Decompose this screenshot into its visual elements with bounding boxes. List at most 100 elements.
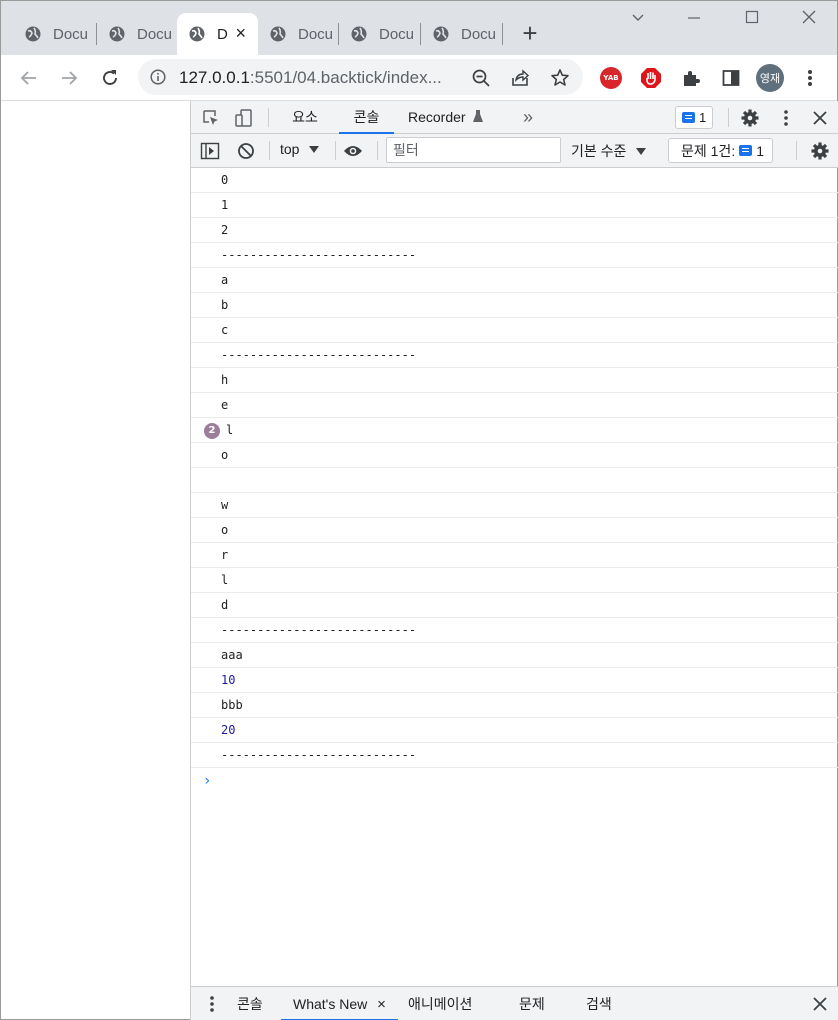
console-message: 2l (191, 418, 838, 443)
window-close-icon[interactable] (789, 9, 829, 33)
globe-icon (270, 26, 286, 42)
address-bar[interactable]: 127.0.0.1:5501/04.backtick/index... (138, 59, 583, 95)
console-message: r (191, 543, 838, 568)
console-prompt[interactable]: › (191, 768, 838, 794)
tab-recorder[interactable]: Recorder (405, 101, 491, 134)
globe-icon (433, 26, 449, 42)
close-tab-icon[interactable]: × (377, 996, 386, 1013)
message-icon (682, 112, 695, 123)
show-sidebar-icon[interactable] (200, 141, 220, 161)
console-message-text: --------------------------- (221, 748, 417, 762)
inspect-element-icon[interactable] (201, 108, 221, 128)
console-message-text: aaa (221, 648, 243, 662)
reload-icon[interactable] (97, 65, 123, 91)
console-settings-gear-icon[interactable] (810, 141, 830, 161)
message-icon (739, 145, 753, 156)
browser-tab[interactable]: Docu (13, 13, 97, 55)
browser-tab[interactable]: Docu (339, 13, 421, 55)
tab-search-icon[interactable] (618, 9, 658, 33)
tab-elements[interactable]: 요소 (283, 101, 327, 134)
devtools-menu-icon[interactable] (776, 108, 796, 128)
bookmark-star-icon[interactable] (550, 68, 570, 88)
close-tab-icon[interactable]: × (235, 24, 246, 42)
drawer-tab-bar: 콘솔 What's New × 애니메이션 문제 검색 (191, 986, 838, 1020)
live-expression-eye-icon[interactable] (343, 141, 363, 161)
console-message: b (191, 293, 838, 318)
back-icon[interactable] (16, 65, 42, 91)
globe-icon (189, 26, 205, 42)
console-message-text: a (221, 273, 229, 287)
console-message: --------------------------- (191, 618, 838, 643)
drawer-tab-console[interactable]: 콘솔 (237, 987, 263, 1020)
console-message-text: bbb (221, 698, 243, 712)
zoom-icon[interactable] (471, 68, 491, 88)
tab-title: Docu (461, 25, 497, 43)
tab-title: Docu (137, 25, 173, 43)
drawer-tab-issues[interactable]: 문제 (519, 987, 545, 1020)
tab-title: Docu (379, 25, 415, 43)
console-message: bbb (191, 693, 838, 718)
issues-button[interactable]: 문제 1건: 1 (668, 138, 774, 163)
drawer-menu-icon[interactable] (202, 994, 222, 1014)
console-message-text: w (221, 498, 229, 512)
browser-tab[interactable]: Docu (421, 13, 503, 55)
console-message: d (191, 593, 838, 618)
url-text: 127.0.0.1:5501/04.backtick/index... (179, 68, 442, 87)
maximize-icon[interactable] (732, 9, 772, 33)
drawer-tab-animations[interactable]: 애니메이션 (408, 987, 472, 1020)
filter-input[interactable]: 필터 (386, 137, 561, 163)
globe-icon (351, 26, 367, 42)
browser-tab-active[interactable]: D × (177, 13, 258, 55)
drawer-tab-search[interactable]: 검색 (586, 987, 612, 1020)
console-message: a (191, 268, 838, 293)
console-message: c (191, 318, 838, 343)
browser-tab[interactable]: Docu (97, 13, 177, 55)
forward-icon[interactable] (56, 65, 82, 91)
drawer-tab-whats-new[interactable]: What's New × (281, 987, 398, 1020)
console-message: 1 (191, 193, 838, 218)
globe-icon (109, 26, 125, 42)
new-tab-button[interactable]: + (516, 19, 544, 47)
console-message (191, 468, 838, 493)
log-levels-dropdown[interactable]: 기본 수준 (571, 141, 647, 161)
console-message-text: 1 (221, 198, 229, 212)
info-icon[interactable] (150, 69, 166, 85)
side-panel-icon[interactable] (719, 66, 743, 90)
console-message-text: --------------------------- (221, 623, 417, 637)
console-message-text: 0 (221, 173, 229, 187)
profile-avatar[interactable]: 영재 (756, 64, 784, 92)
close-devtools-icon[interactable] (810, 108, 830, 128)
tab-title: Docu (298, 25, 334, 43)
devtools-tab-bar: 요소 콘솔 Recorder » 1 (191, 101, 838, 134)
settings-gear-icon[interactable] (740, 108, 760, 128)
console-message-text: e (221, 398, 229, 412)
device-toolbar-icon[interactable] (234, 108, 254, 128)
minimize-icon[interactable] (674, 9, 714, 33)
issues-count-badge[interactable]: 1 (675, 106, 714, 129)
menu-kebab-icon[interactable] (798, 66, 822, 90)
tab-console[interactable]: 콘솔 (339, 101, 394, 134)
more-tabs-button[interactable]: » (513, 101, 543, 134)
console-message: 0 (191, 168, 838, 193)
console-message-text: 20 (221, 723, 236, 737)
tab-strip: Docu Docu D × Docu Docu Docu + (1, 1, 837, 55)
context-selector[interactable]: top (280, 141, 320, 157)
console-message-text: --------------------------- (221, 248, 417, 262)
console-message: 20 (191, 718, 838, 743)
dropdown-arrow-icon (309, 146, 320, 153)
console-message-text: --------------------------- (221, 348, 417, 362)
adblock-extension-icon[interactable] (639, 66, 663, 90)
console-message: o (191, 518, 838, 543)
close-drawer-icon[interactable] (810, 994, 830, 1014)
console-message: --------------------------- (191, 343, 838, 368)
console-message: --------------------------- (191, 243, 838, 268)
console-message-text: 2 (221, 223, 229, 237)
clear-console-icon[interactable] (236, 141, 256, 161)
console-message: --------------------------- (191, 743, 838, 768)
browser-tab[interactable]: Docu (258, 13, 339, 55)
extensions-puzzle-icon[interactable] (679, 66, 703, 90)
console-message-text: 10 (221, 673, 236, 687)
share-icon[interactable] (510, 68, 530, 88)
yab-extension-icon[interactable]: YAB (599, 66, 623, 90)
flask-icon (473, 110, 484, 122)
